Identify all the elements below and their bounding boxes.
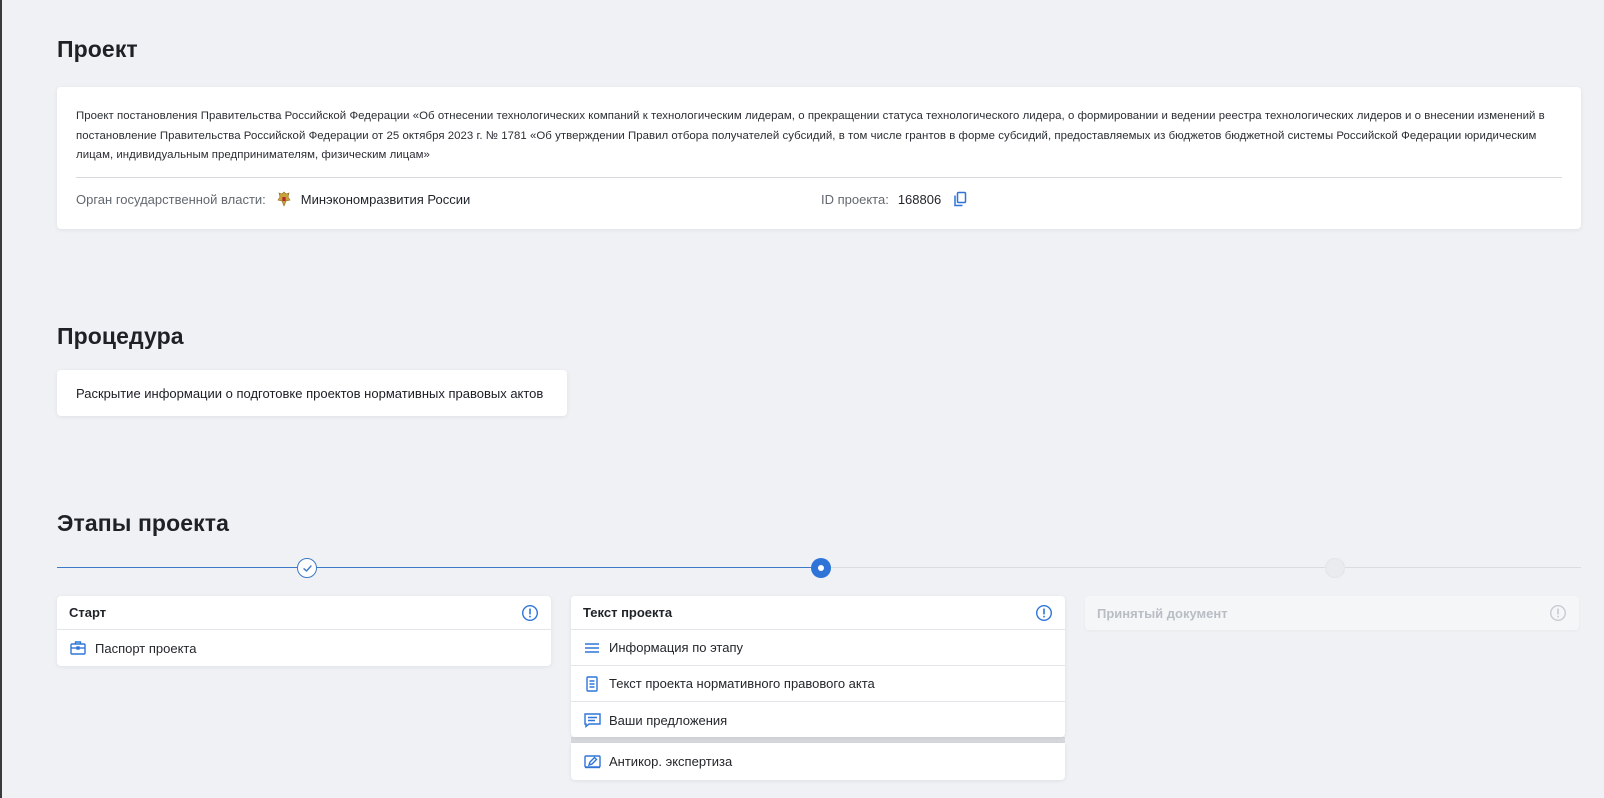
authority-value: Минэкономразвития России: [300, 191, 471, 207]
stage-text-card-extra: Антикор. экспертиза: [571, 743, 1065, 780]
stage-header: Текст проекта: [571, 596, 1065, 630]
copy-icon[interactable]: [951, 190, 969, 208]
stage-item-label: Текст проекта нормативного правового акт…: [609, 676, 875, 691]
divider: [76, 177, 1562, 178]
info-icon[interactable]: [1035, 604, 1053, 622]
project-id-row: ID проекта: 168806: [821, 190, 969, 208]
stage-card-start: Старт Паспорт проекта: [57, 596, 551, 666]
stage-card-text: Текст проекта Информация по этапу Текст …: [571, 596, 1065, 780]
stage-title: Старт: [69, 605, 107, 620]
stepper-track-done: [57, 567, 820, 568]
step-upcoming-node: [1325, 558, 1345, 578]
authority-row: Орган государственной власти: Минэкономр…: [76, 190, 470, 208]
project-id-label: ID проекта:: [821, 191, 889, 207]
stage-title: Текст проекта: [583, 605, 673, 620]
stage-title: Принятый документ: [1097, 605, 1228, 621]
stage-text-card: Текст проекта Информация по этапу Текст …: [571, 596, 1065, 737]
step-completed-node[interactable]: [297, 558, 317, 578]
stage-item-label: Ваши предложения: [609, 712, 728, 728]
stage-item-label: Информация по этапу: [609, 640, 744, 655]
stage-item-info[interactable]: Информация по этапу: [571, 630, 1065, 666]
project-description: Проект постановления Правительства Росси…: [76, 110, 1545, 162]
comment-icon: [583, 711, 601, 729]
stage-stepper: [57, 558, 1581, 578]
stages-heading: Этапы проекта: [57, 510, 229, 536]
briefcase-icon: [69, 639, 87, 657]
authority-label: Орган государственной власти:: [76, 191, 266, 207]
project-id-value: 168806: [897, 191, 942, 207]
info-icon: [1549, 604, 1567, 622]
project-card: Проект постановления Правительства Росси…: [57, 87, 1581, 229]
document-icon: [583, 675, 601, 693]
stage-start-card: Старт Паспорт проекта: [57, 596, 551, 666]
stage-card-adopted: Принятый документ: [1085, 596, 1579, 630]
stage-header: Принятый документ: [1085, 596, 1579, 630]
stage-header: Старт: [57, 596, 551, 630]
edit-box-icon: [583, 753, 601, 771]
stage-item-proposals[interactable]: Ваши предложения: [571, 702, 1065, 738]
stepper-track-pending: [820, 567, 1581, 568]
stage-item-anticorruption[interactable]: Антикор. экспертиза: [571, 743, 1065, 780]
info-icon[interactable]: [521, 604, 539, 622]
list-icon: [583, 639, 601, 657]
current-dot-icon: [818, 565, 824, 571]
procedure-value: Раскрытие информации о подготовке проект…: [76, 385, 544, 401]
coat-of-arms-icon: [275, 190, 293, 208]
stage-item-draft-text[interactable]: Текст проекта нормативного правового акт…: [571, 666, 1065, 702]
step-current-node[interactable]: [811, 558, 831, 578]
stage-item-label: Паспорт проекта: [95, 640, 197, 656]
check-icon: [302, 564, 312, 572]
project-heading: Проект: [57, 36, 138, 62]
stage-item-passport[interactable]: Паспорт проекта: [57, 630, 551, 666]
procedure-card: Раскрытие информации о подготовке проект…: [57, 370, 567, 416]
procedure-heading: Процедура: [57, 323, 184, 349]
stage-item-label: Антикор. экспертиза: [609, 754, 733, 769]
